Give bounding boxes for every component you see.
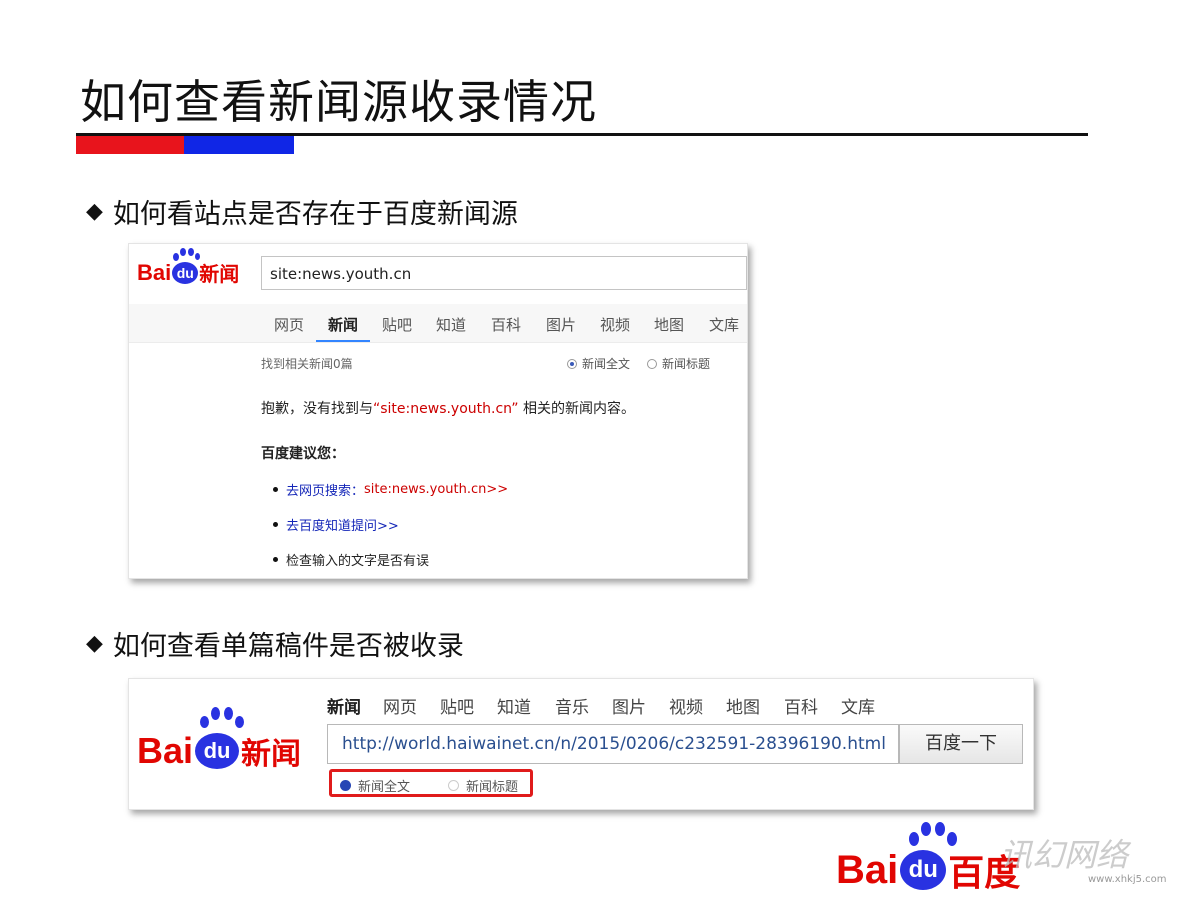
paw-icon	[906, 822, 958, 850]
bullet-text: 如何看站点是否存在于百度新闻源	[112, 199, 518, 230]
tab-web[interactable]: 网页	[383, 693, 417, 718]
tab-zhidao[interactable]: 知道	[497, 693, 531, 718]
radio-title[interactable]: 新闻标题	[647, 355, 710, 372]
baidu-news-logo: Bai du 新闻	[137, 258, 239, 287]
tab-web[interactable]: 网页	[274, 314, 304, 335]
result-count: 找到相关新闻0篇	[261, 357, 353, 371]
list-item[interactable]: 去网页搜索： site:news.youth.cn>>	[273, 480, 508, 499]
slide-title: 如何查看新闻源收录情况	[80, 75, 597, 129]
radio-dot[interactable]	[448, 780, 459, 791]
logo-product: 新闻	[241, 737, 302, 772]
zhidao-link[interactable]: 去百度知道提问>>	[286, 515, 399, 534]
logo-bai: Bai	[836, 847, 899, 892]
search-button[interactable]: 百度一下	[899, 724, 1023, 764]
tab-map[interactable]: 地图	[654, 314, 684, 335]
watermark: 讯幻网络	[1000, 836, 1129, 874]
diamond-bullet-icon: ◆	[86, 631, 103, 656]
tab-tieba[interactable]: 贴吧	[382, 314, 412, 335]
tab-video[interactable]: 视频	[600, 314, 630, 335]
paw-icon	[171, 248, 200, 262]
active-tab-underline	[316, 340, 370, 342]
accent-bar-blue	[184, 136, 294, 154]
tab-news[interactable]: 新闻	[327, 693, 361, 718]
search-screenshot-article: Bai du 新闻 新闻 网页 贴吧 知道 音乐 图片 视频 地图 百科 文库 …	[128, 678, 1034, 810]
check-input-text: 检查输入的文字是否有误	[286, 554, 430, 569]
logo-du: du	[195, 733, 240, 769]
bullet-site-check: ◆ 如何看站点是否存在于百度新闻源	[86, 192, 518, 231]
tab-video[interactable]: 视频	[669, 693, 703, 718]
url-search-input[interactable]: http://world.haiwainet.cn/n/2015/0206/c2…	[327, 724, 899, 764]
radio-label: 新闻标题	[662, 357, 711, 371]
tab-wenku[interactable]: 文库	[709, 314, 739, 335]
tab-baike[interactable]: 百科	[491, 314, 521, 335]
tab-tieba[interactable]: 贴吧	[440, 693, 474, 718]
radio-label: 新闻标题	[466, 780, 519, 795]
tab-zhidao[interactable]: 知道	[436, 314, 466, 335]
list-item: 检查输入的文字是否有误	[273, 550, 429, 569]
radio-dot-selected[interactable]	[567, 358, 577, 369]
list-item[interactable]: 去百度知道提问>>	[273, 515, 399, 534]
tab-map[interactable]: 地图	[726, 693, 760, 718]
baidu-logo: Bai du 百度	[836, 844, 1020, 896]
tab-images[interactable]: 图片	[612, 693, 646, 718]
watermark-url: www.xhkj5.com	[1088, 874, 1167, 885]
tab-wenku[interactable]: 文库	[841, 693, 875, 718]
tab-news[interactable]: 新闻	[328, 314, 358, 335]
paw-icon	[197, 707, 245, 731]
search-screenshot-site: Bai du 新闻 site:news.youth.cn 网页 新闻 贴吧 知道…	[128, 243, 748, 579]
radio-title[interactable]: 新闻标题	[448, 776, 518, 795]
bullet-text: 如何查看单篇稿件是否被收录	[112, 631, 464, 662]
bullet-article-check: ◆ 如何查看单篇稿件是否被收录	[86, 624, 464, 663]
logo-bai: Bai	[137, 730, 194, 771]
search-input[interactable]: site:news.youth.cn	[261, 256, 747, 290]
logo-product: 新闻	[199, 262, 240, 286]
logo-bai: Bai	[137, 259, 172, 285]
radio-fulltext[interactable]: 新闻全文	[567, 355, 630, 372]
radio-label: 新闻全文	[358, 780, 411, 795]
accent-bar-red	[76, 136, 184, 154]
tab-music[interactable]: 音乐	[555, 693, 589, 718]
tab-images[interactable]: 图片	[546, 314, 576, 335]
search-tabs: 网页 新闻 贴吧 知道 百科 图片 视频 地图 文库	[129, 304, 747, 343]
diamond-bullet-icon: ◆	[86, 199, 103, 224]
highlighted-search-options: 新闻全文 新闻标题	[329, 769, 533, 797]
logo-du: du	[900, 850, 947, 890]
baidu-news-logo: Bai du 新闻	[137, 729, 301, 773]
no-results-message: 抱歉，没有找到与“site:news.youth.cn” 相关的新闻内容。	[261, 401, 635, 417]
tab-baike[interactable]: 百科	[784, 693, 818, 718]
logo-du: du	[172, 261, 199, 284]
radio-label: 新闻全文	[582, 357, 631, 371]
web-search-link[interactable]: 去网页搜索：	[286, 480, 364, 499]
suggest-heading: 百度建议您：	[261, 446, 345, 462]
radio-dot[interactable]	[647, 358, 657, 369]
radio-dot-selected[interactable]	[340, 780, 351, 791]
radio-fulltext[interactable]: 新闻全文	[340, 776, 410, 795]
